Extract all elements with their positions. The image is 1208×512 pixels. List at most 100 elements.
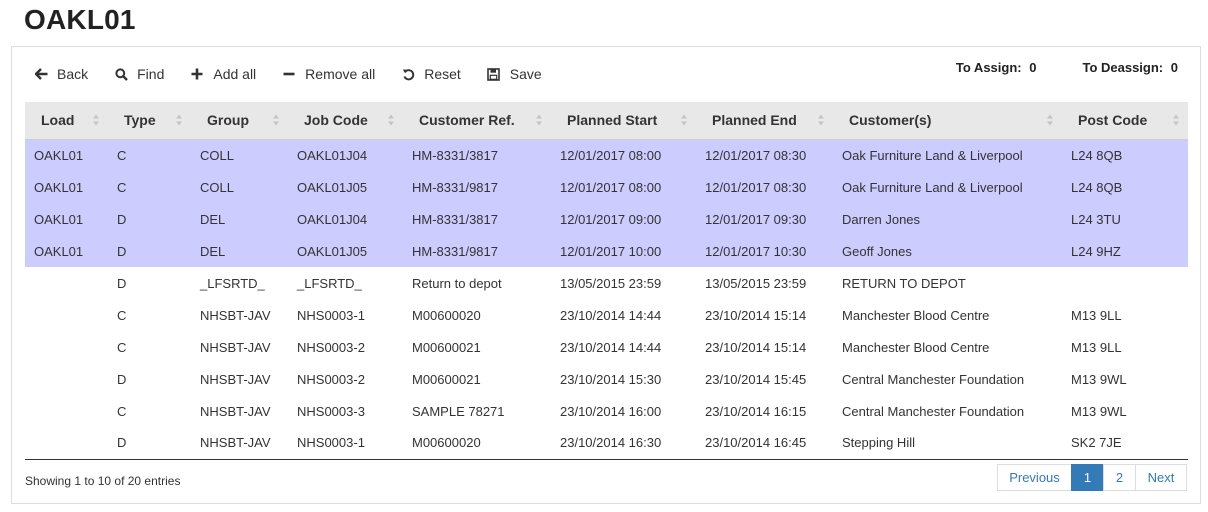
table-cell: DEL (200, 243, 226, 259)
table-row[interactable]: C NHSBT-JAV NHS0003-2 M00600021 23/10/2014 1… (25, 331, 1188, 363)
table-cell: 23/10/2014 16:30 (551, 427, 696, 460)
sort-icon[interactable] (536, 114, 543, 126)
table-row[interactable]: D NHSBT-JAV NHS0003-1 M00600020 23/10/2014 1… (25, 427, 1188, 460)
column-header-label: Customer Ref. (419, 112, 515, 129)
table-row[interactable]: C NHSBT-JAV NHS0003-3 SAMPLE 78271 23/10/201… (25, 395, 1188, 427)
table-cell: M00600021 (412, 371, 481, 387)
column-header-label: Planned Start (567, 112, 658, 129)
page-2-button[interactable]: 2 (1103, 464, 1136, 491)
sort-icon[interactable] (93, 114, 100, 126)
save-button[interactable]: Save (487, 66, 542, 82)
save-label: Save (509, 66, 542, 82)
table-cell: 23/10/2014 15:14 (705, 307, 807, 323)
assignment-counters: To Assign: 0 To Deassign: 0 (910, 60, 1178, 75)
table-cell: Darren Jones (842, 211, 921, 227)
search-icon (114, 67, 128, 81)
column-header[interactable]: Post Code (1062, 102, 1188, 140)
column-header[interactable]: Type (108, 102, 191, 140)
table-cell: OAKL01J05 (297, 179, 368, 195)
table-cell: Manchester Blood Centre (842, 307, 990, 323)
find-label: Find (137, 66, 165, 82)
table-cell: 13/05/2015 23:59 (705, 275, 807, 291)
table-cell: Central Manchester Foundation (842, 403, 1025, 419)
table-row[interactable]: D NHSBT-JAV NHS0003-2 M00600021 23/10/2014 1… (25, 363, 1188, 395)
sort-icon[interactable] (1047, 114, 1054, 126)
column-header[interactable]: Customer Ref. (403, 102, 551, 140)
table-cell: D (117, 371, 127, 387)
table-row[interactable]: D _LFSRTD_ _LFSRTD_ Return to depot 13/05/20… (25, 267, 1188, 299)
table-cell: NHS0003-1 (288, 427, 403, 460)
table-row[interactable]: C NHSBT-JAV NHS0003-1 M00600020 23/10/2014 1… (25, 299, 1188, 331)
table-cell: L24 9HZ (1071, 243, 1121, 259)
column-header-label: Customer(s) (849, 112, 932, 129)
previous-page-button[interactable]: Previous (997, 464, 1072, 491)
table-row[interactable]: OAKL01 C COLL OAKL01J04 HM-8331/3817 12/01/20… (25, 139, 1188, 171)
table-cell: 23/10/2014 16:15 (705, 403, 807, 419)
toolbar: Back Find Add all Remove all Reset Save (34, 65, 568, 83)
table-row[interactable]: OAKL01 D DEL OAKL01J04 HM-8331/3817 12/01/201… (25, 203, 1188, 235)
sort-icon[interactable] (681, 114, 688, 126)
table-row[interactable]: OAKL01 C COLL OAKL01J05 HM-8331/9817 12/01/20… (25, 171, 1188, 203)
next-page-button[interactable]: Next (1135, 464, 1187, 491)
floppy-disk-icon (487, 67, 501, 81)
to-deassign-value: 0 (1170, 60, 1178, 75)
table-cell: D (117, 243, 127, 259)
remove-all-label: Remove all (305, 66, 376, 82)
column-header[interactable]: Planned End (696, 102, 833, 140)
to-assign-value: 0 (1029, 60, 1037, 75)
sort-icon[interactable] (818, 114, 825, 126)
column-header[interactable]: Group (191, 102, 288, 140)
arrow-left-icon (34, 67, 48, 81)
table-cell: L24 8QB (1071, 147, 1123, 163)
find-button[interactable]: Find (114, 66, 164, 82)
sort-icon[interactable] (176, 114, 183, 126)
table-cell: C (117, 403, 127, 419)
sort-icon[interactable] (273, 114, 280, 126)
back-button[interactable]: Back (34, 66, 88, 82)
table-row[interactable]: OAKL01 D DEL OAKL01J05 HM-8331/9817 12/01/201… (25, 235, 1188, 267)
table-cell: Manchester Blood Centre (842, 339, 990, 355)
table-cell: C (117, 147, 127, 163)
table-cell: L24 3TU (1071, 211, 1121, 227)
column-header[interactable]: Planned Start (551, 102, 696, 140)
table-cell: Return to depot (412, 275, 502, 291)
table-cell: 12/01/2017 10:30 (705, 243, 807, 259)
table-cell: OAKL01 (34, 147, 84, 163)
table-cell: OAKL01J04 (297, 211, 368, 227)
table-cell: RETURN TO DEPOT (842, 275, 966, 291)
minus-icon (282, 67, 296, 81)
table-cell: Central Manchester Foundation (842, 371, 1025, 387)
table-cell: Stepping Hill (833, 427, 1062, 460)
table-cell: NHSBT-JAV (191, 427, 288, 460)
sort-icon[interactable] (388, 114, 395, 126)
table-cell (25, 267, 108, 299)
jobs-table-container: Load Type Group Job Code Customer Ref. Planne… (25, 102, 1188, 460)
undo-icon (401, 67, 415, 81)
table-cell: 12/01/2017 08:30 (705, 179, 807, 195)
sort-icon[interactable] (1173, 114, 1180, 126)
to-assign-counter: To Assign: 0 (956, 60, 1037, 75)
column-header-label: Load (41, 112, 75, 129)
back-label: Back (57, 66, 89, 82)
column-header[interactable]: Load (25, 102, 108, 140)
table-cell: OAKL01J05 (297, 243, 368, 259)
table-cell: 23/10/2014 14:44 (560, 339, 662, 355)
remove-all-button[interactable]: Remove all (282, 66, 375, 82)
table-cell: HM-8331/3817 (412, 147, 498, 163)
column-header[interactable]: Customer(s) (833, 102, 1062, 140)
table-cell (25, 331, 108, 363)
add-all-button[interactable]: Add all (190, 66, 256, 82)
table-cell (25, 299, 108, 331)
page-1-button[interactable]: 1 (1071, 464, 1104, 491)
reset-button[interactable]: Reset (401, 66, 461, 82)
table-cell: 12/01/2017 08:00 (560, 147, 662, 163)
table-cell: NHS0003-3 (297, 403, 365, 419)
table-cell (25, 427, 108, 460)
table-cell: C (117, 339, 127, 355)
reset-label: Reset (424, 66, 461, 82)
table-cell: NHS0003-2 (297, 371, 365, 387)
table-cell (25, 363, 108, 395)
table-cell: COLL (200, 147, 234, 163)
column-header[interactable]: Job Code (288, 102, 403, 140)
table-cell: HM-8331/9817 (412, 243, 498, 259)
